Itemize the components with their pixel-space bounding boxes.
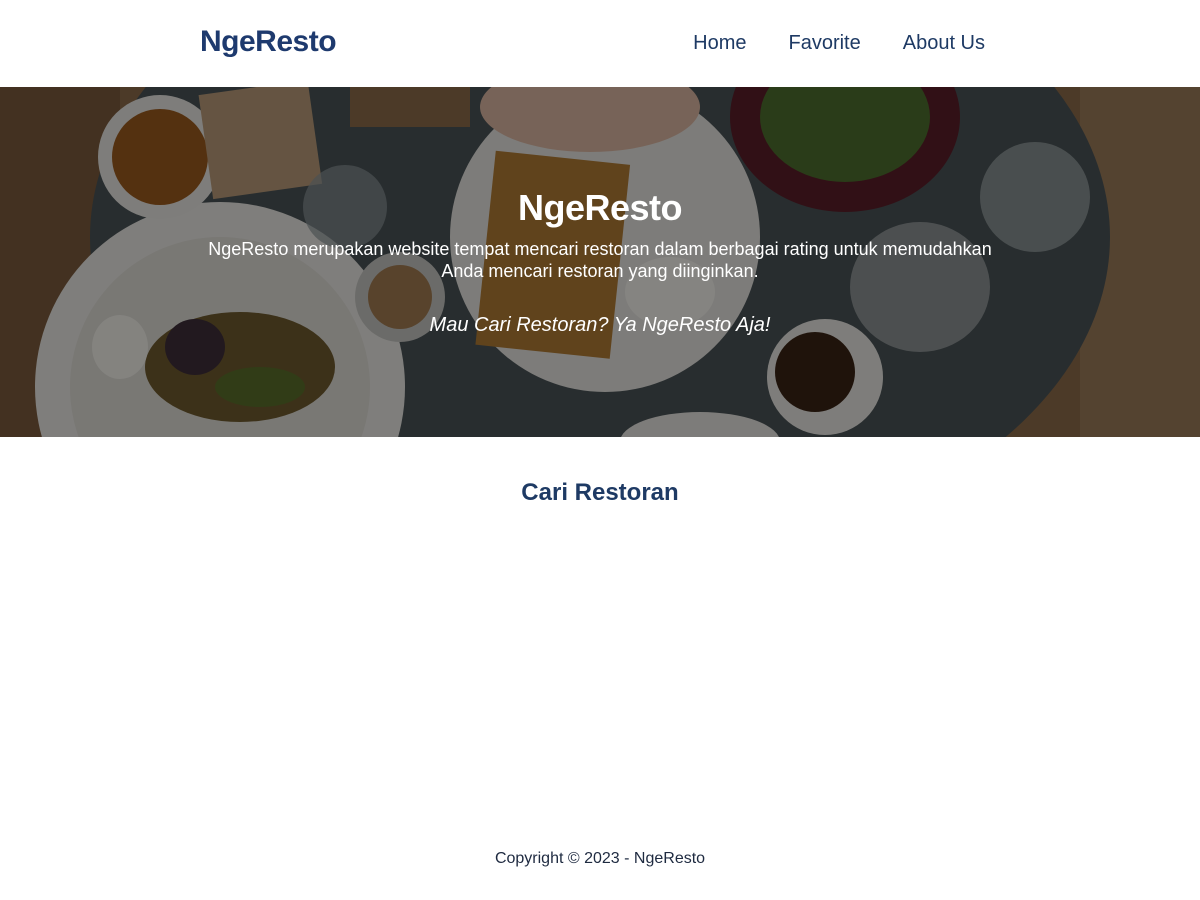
brand-logo[interactable]: NgeResto (200, 25, 337, 59)
hero-section: NgeResto NgeResto merupakan website temp… (0, 87, 1200, 437)
section-title-cari-restoran: Cari Restoran (521, 479, 679, 506)
nav-link-favorite[interactable]: Favorite (788, 32, 860, 54)
hero-description: NgeResto merupakan website tempat mencar… (208, 239, 992, 281)
nav-menu: Home Favorite About Us (693, 32, 985, 55)
nav-item-favorite: Favorite (788, 32, 860, 55)
nav-link-about-us[interactable]: About Us (903, 32, 985, 54)
hero-title: NgeResto (517, 187, 683, 228)
footer: Copyright © 2023 - NgeResto (0, 850, 1200, 868)
nav-link-home[interactable]: Home (693, 32, 746, 54)
nav-item-home: Home (693, 32, 746, 55)
hero-tagline: Mau Cari Restoran? Ya NgeResto Aja! (429, 314, 771, 336)
footer-copyright: Copyright © 2023 - NgeResto (494, 850, 706, 867)
navbar: NgeResto Home Favorite About Us (0, 0, 1200, 87)
hero-content: NgeResto NgeResto merupakan website temp… (0, 87, 1200, 437)
nav-item-about: About Us (903, 32, 985, 55)
